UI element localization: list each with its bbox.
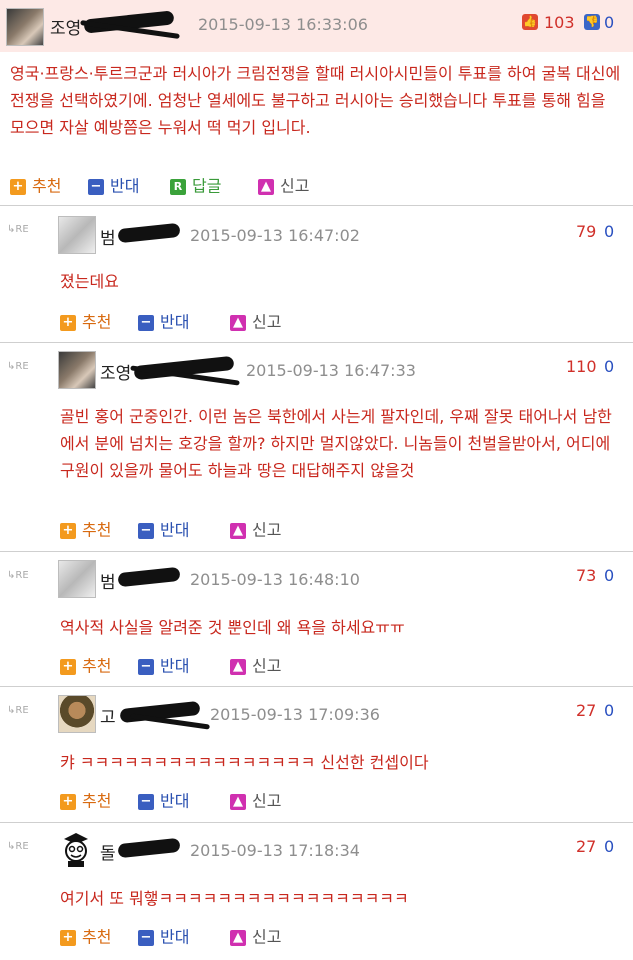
comment-item: ↳RE 범 2015-09-13 16:48:10 73 0 역사적 사실을 알… xyxy=(0,552,633,687)
comment-body: 역사적 사실을 알려준 것 뿐인데 왜 욕을 하세요ㅠㅠ xyxy=(60,618,405,637)
report-button[interactable]: ▲ 신고 xyxy=(230,655,281,677)
down-count: 0 xyxy=(604,701,615,720)
redaction-scribble xyxy=(117,222,181,244)
comment-date: 2015-09-13 16:47:33 xyxy=(246,361,416,380)
author-avatar[interactable] xyxy=(6,8,44,46)
plus-icon: + xyxy=(60,314,76,331)
author-name[interactable]: 범 xyxy=(100,568,116,593)
minus-icon: − xyxy=(138,314,154,331)
up-count: 110 xyxy=(566,357,597,376)
down-count: 0 xyxy=(604,357,615,376)
oppose-button[interactable]: − 반대 xyxy=(138,926,189,948)
comment-body: 여기서 또 뭐햏ㅋㅋㅋㅋㅋㅋㅋㅋㅋㅋㅋㅋㅋㅋㅋㅋㅋ xyxy=(60,889,409,908)
author-avatar[interactable] xyxy=(58,695,96,733)
reply-indicator: ↳RE xyxy=(7,570,29,581)
thumbs-up-icon: 👍 xyxy=(522,14,538,30)
comment-date: 2015-09-13 17:18:34 xyxy=(190,841,360,860)
author-name[interactable]: 조영 xyxy=(100,359,131,384)
redaction-scribble xyxy=(117,837,181,859)
minus-icon: − xyxy=(88,178,104,195)
comment-body: 캬 ㅋㅋㅋㅋㅋㅋㅋㅋㅋㅋㅋㅋㅋㅋㅋㅋ 신선한 컨셉이다 xyxy=(60,753,429,772)
recommend-button[interactable]: + 추천 xyxy=(10,175,61,197)
author-name[interactable]: 조영 xyxy=(50,14,81,39)
post-body: 영국·프랑스·투르크군과 러시아가 크림전쟁을 할때 러시아시민들이 투표를 하… xyxy=(10,64,621,137)
reply-icon: R xyxy=(170,178,186,195)
minus-icon: − xyxy=(138,929,154,946)
comment-item: ↳RE 범 2015-09-13 16:47:02 79 0 졌는데요 + 추천 … xyxy=(0,206,633,343)
report-icon: ▲ xyxy=(230,793,246,810)
plus-icon: + xyxy=(60,929,76,946)
comment-item: ↳RE 돌 2015-09-13 17:18:34 27 0 여기서 또 뭐햏ㅋ… xyxy=(0,823,633,960)
plus-icon: + xyxy=(60,522,76,539)
report-icon: ▲ xyxy=(230,314,246,331)
reply-indicator: ↳RE xyxy=(7,841,29,852)
down-count: 0 xyxy=(604,222,615,241)
oppose-button[interactable]: − 반대 xyxy=(138,311,189,333)
up-count: 27 xyxy=(576,837,597,856)
recommend-button[interactable]: + 추천 xyxy=(60,926,111,948)
down-count: 0 xyxy=(604,13,615,32)
recommend-button[interactable]: + 추천 xyxy=(60,655,111,677)
up-count: 73 xyxy=(576,566,597,585)
down-count: 0 xyxy=(604,566,615,585)
oppose-button[interactable]: − 반대 xyxy=(138,790,189,812)
comment-body: 졌는데요 xyxy=(60,272,119,291)
plus-icon: + xyxy=(60,658,76,675)
recommend-button[interactable]: + 추천 xyxy=(60,311,111,333)
report-icon: ▲ xyxy=(230,522,246,539)
report-button[interactable]: ▲ 신고 xyxy=(230,311,281,333)
oppose-button[interactable]: − 반대 xyxy=(138,519,189,541)
post-header: 조영 2015-09-13 16:33:06 👍 103 👎 0 xyxy=(0,0,633,52)
comment-date: 2015-09-13 16:48:10 xyxy=(190,570,360,589)
cartoon-face-icon xyxy=(64,833,88,867)
minus-icon: − xyxy=(138,522,154,539)
report-icon: ▲ xyxy=(230,658,246,675)
comment-body: 골빈 홍어 군중인간. 이런 놈은 북한에서 사는게 팔자인데, 우째 잘못 태… xyxy=(60,407,612,480)
report-icon: ▲ xyxy=(230,929,246,946)
up-count: 103 xyxy=(544,13,575,32)
comment-date: 2015-09-13 17:09:36 xyxy=(210,705,380,724)
comment-item: ↳RE 조영 2015-09-13 16:47:33 110 0 골빈 홍어 군… xyxy=(0,343,633,552)
author-avatar[interactable] xyxy=(58,831,94,867)
redaction-scribble xyxy=(117,566,181,588)
reply-indicator: ↳RE xyxy=(7,361,29,372)
oppose-button[interactable]: − 반대 xyxy=(138,655,189,677)
plus-icon: + xyxy=(60,793,76,810)
author-avatar[interactable] xyxy=(58,351,96,389)
up-count: 79 xyxy=(576,222,597,241)
author-name[interactable]: 돌 xyxy=(100,839,116,864)
report-button[interactable]: ▲ 신고 xyxy=(230,926,281,948)
author-name[interactable]: 고 xyxy=(100,703,116,728)
reply-indicator: ↳RE xyxy=(7,224,29,235)
recommend-button[interactable]: + 추천 xyxy=(60,519,111,541)
thumbs-down-icon: 👎 xyxy=(584,14,600,30)
report-button[interactable]: ▲ 신고 xyxy=(230,519,281,541)
author-avatar[interactable] xyxy=(58,560,96,598)
author-name[interactable]: 범 xyxy=(100,224,116,249)
down-count: 0 xyxy=(604,837,615,856)
minus-icon: − xyxy=(138,793,154,810)
reply-button[interactable]: R 답글 xyxy=(170,175,221,197)
comment-date: 2015-09-13 16:47:02 xyxy=(190,226,360,245)
recommend-button[interactable]: + 추천 xyxy=(60,790,111,812)
post-date: 2015-09-13 16:33:06 xyxy=(198,15,368,34)
report-button[interactable]: ▲ 신고 xyxy=(230,790,281,812)
report-button[interactable]: ▲ 신고 xyxy=(258,175,309,197)
reply-indicator: ↳RE xyxy=(7,705,29,716)
author-avatar[interactable] xyxy=(58,216,96,254)
main-post: 조영 2015-09-13 16:33:06 👍 103 👎 0 영국·프랑스·… xyxy=(0,0,633,206)
minus-icon: − xyxy=(138,658,154,675)
comment-item: ↳RE 고 2015-09-13 17:09:36 27 0 캬 ㅋㅋㅋㅋㅋㅋㅋ… xyxy=(0,687,633,823)
report-icon: ▲ xyxy=(258,178,274,195)
up-count: 27 xyxy=(576,701,597,720)
oppose-button[interactable]: − 반대 xyxy=(88,175,139,197)
plus-icon: + xyxy=(10,178,26,195)
